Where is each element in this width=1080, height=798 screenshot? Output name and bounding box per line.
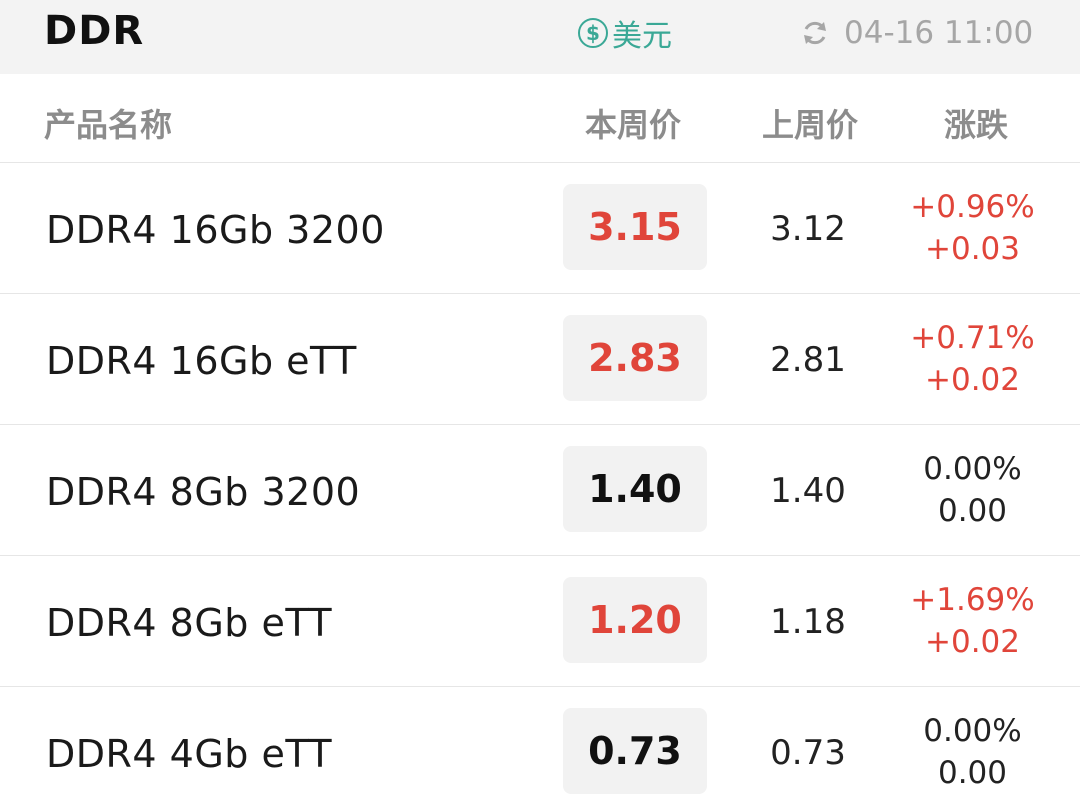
table-row[interactable]: DDR4 8Gb 3200 1.40 1.40 0.00% 0.00 bbox=[0, 424, 1080, 556]
price-change: +0.71% +0.02 bbox=[905, 317, 1040, 401]
updated-time-text: 04-16 11:00 bbox=[844, 15, 1034, 51]
top-bar: DDR $ 美元 04-16 11:00 bbox=[0, 0, 1080, 74]
change-amount: 0.00 bbox=[937, 493, 1008, 529]
dollar-icon: $ bbox=[578, 18, 608, 48]
change-percent: +0.71% bbox=[910, 320, 1035, 356]
refresh-icon[interactable] bbox=[800, 18, 830, 48]
this-week-price: 3.15 bbox=[563, 184, 707, 270]
product-name: DDR4 8Gb eTT bbox=[46, 601, 333, 645]
change-amount: +0.02 bbox=[925, 624, 1020, 660]
change-amount: +0.02 bbox=[925, 362, 1020, 398]
price-change: 0.00% 0.00 bbox=[905, 710, 1040, 794]
change-amount: +0.03 bbox=[925, 231, 1020, 267]
change-percent: 0.00% bbox=[923, 713, 1022, 749]
last-week-price: 0.73 bbox=[770, 733, 846, 773]
update-time[interactable]: 04-16 11:00 bbox=[800, 13, 1033, 53]
column-header-last-week[interactable]: 上周价 bbox=[762, 100, 858, 146]
table-row[interactable]: DDR4 8Gb eTT 1.20 1.18 +1.69% +0.02 bbox=[0, 555, 1080, 687]
change-percent: +1.69% bbox=[910, 582, 1035, 618]
column-header-this-week[interactable]: 本周价 bbox=[585, 100, 681, 146]
column-header-change[interactable]: 涨跌 bbox=[944, 100, 1008, 146]
table-header: 产品名称 本周价 上周价 涨跌 bbox=[0, 74, 1080, 163]
currency-toggle[interactable]: $ 美元 bbox=[578, 13, 672, 54]
last-week-price: 2.81 bbox=[770, 340, 846, 380]
last-week-price: 3.12 bbox=[770, 209, 846, 249]
table-row[interactable]: DDR4 4Gb eTT 0.73 0.73 0.00% 0.00 bbox=[0, 686, 1080, 798]
product-name: DDR4 16Gb eTT bbox=[46, 339, 357, 383]
this-week-price: 0.73 bbox=[563, 708, 707, 794]
product-name: DDR4 16Gb 3200 bbox=[46, 208, 385, 252]
price-change: 0.00% 0.00 bbox=[905, 448, 1040, 532]
change-percent: +0.96% bbox=[910, 189, 1035, 225]
table-row[interactable]: DDR4 16Gb eTT 2.83 2.81 +0.71% +0.02 bbox=[0, 293, 1080, 425]
currency-label: 美元 bbox=[612, 19, 672, 54]
price-change: +1.69% +0.02 bbox=[905, 579, 1040, 663]
this-week-price: 1.40 bbox=[563, 446, 707, 532]
this-week-price: 1.20 bbox=[563, 577, 707, 663]
table-row[interactable]: DDR4 16Gb 3200 3.15 3.12 +0.96% +0.03 bbox=[0, 162, 1080, 294]
change-amount: 0.00 bbox=[937, 755, 1008, 791]
price-change: +0.96% +0.03 bbox=[905, 186, 1040, 270]
change-percent: 0.00% bbox=[923, 451, 1022, 487]
product-name: DDR4 8Gb 3200 bbox=[46, 470, 361, 514]
page-title: DDR bbox=[44, 8, 145, 54]
this-week-price: 2.83 bbox=[563, 315, 707, 401]
product-name: DDR4 4Gb eTT bbox=[46, 732, 333, 776]
last-week-price: 1.40 bbox=[770, 471, 846, 511]
column-header-name[interactable]: 产品名称 bbox=[44, 100, 172, 146]
last-week-price: 1.18 bbox=[770, 602, 846, 642]
